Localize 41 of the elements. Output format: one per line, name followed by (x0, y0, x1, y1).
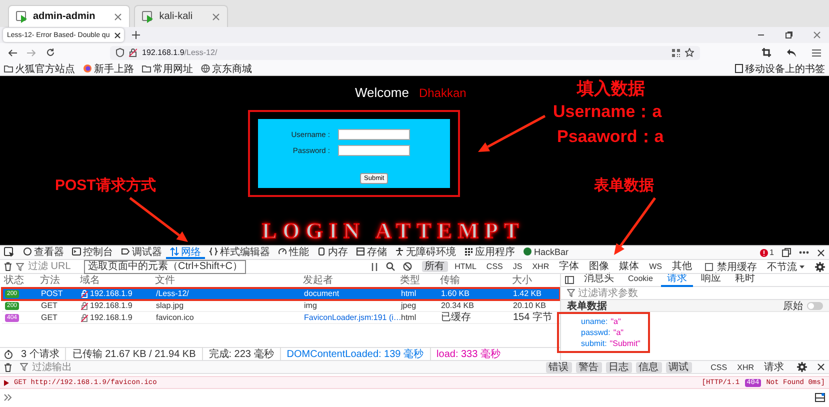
table-cell: /Less-12/ (156, 288, 189, 299)
annotation-text: POST请求方式 (55, 178, 156, 194)
checkbox-label: 禁用缓存 (717, 260, 757, 272)
annotation-text: Username：a (553, 103, 662, 122)
status-text: load: 333 毫秒 (436, 348, 502, 361)
table-cell: 192.168.1.9 (90, 288, 132, 299)
param-value: "Submit" (610, 339, 640, 348)
param-value: "a" (610, 317, 621, 326)
table-cell: slap.jpg (156, 300, 184, 311)
user-name: Dhakkan (418, 86, 466, 100)
param-name: passwd: (581, 328, 610, 337)
annotation-text: Psaaword：a (557, 128, 664, 147)
url-text: 192.168.1.9/Less-12/ (142, 48, 218, 57)
table-cell: 154 字节 (513, 312, 552, 323)
table-cell: 192.168.1.9 (90, 312, 132, 323)
banner-title: LOGIN ATTEMPT (262, 218, 525, 244)
toggle-label: 原始 (783, 300, 803, 312)
section-title: 表单数据 (567, 300, 607, 312)
param-name: submit: (581, 339, 607, 348)
table-cell: html (401, 312, 416, 323)
table-cell: 20.10 KB (513, 300, 546, 311)
table-cell: img (304, 300, 317, 311)
annotation-text: 表单数据 (594, 178, 654, 194)
table-cell: GET (41, 300, 58, 311)
table-cell: 20.34 KB (441, 300, 474, 311)
welcome-text: Welcome (355, 85, 409, 100)
table-cell: 192.168.1.9 (90, 300, 132, 311)
error-count: 1 (770, 248, 774, 257)
table-cell: favicon.ico (156, 312, 194, 323)
table-cell: 1.60 KB (441, 288, 470, 299)
tooltip: 选取页面中的元素（Ctrl+Shift+C） (84, 260, 246, 274)
table-cell: POST (41, 288, 63, 299)
param-value: "a" (613, 328, 624, 337)
param-name: uname: (581, 317, 608, 326)
table-cell: 已缓存 (441, 312, 471, 323)
table-cell: 1.42 KB (513, 288, 542, 299)
table-cell: document (304, 288, 340, 299)
table-cell: GET (41, 312, 58, 323)
table-cell: html (401, 288, 416, 299)
table-cell: jpeg (401, 300, 416, 311)
annotation-text: 填入数据 (577, 80, 645, 99)
